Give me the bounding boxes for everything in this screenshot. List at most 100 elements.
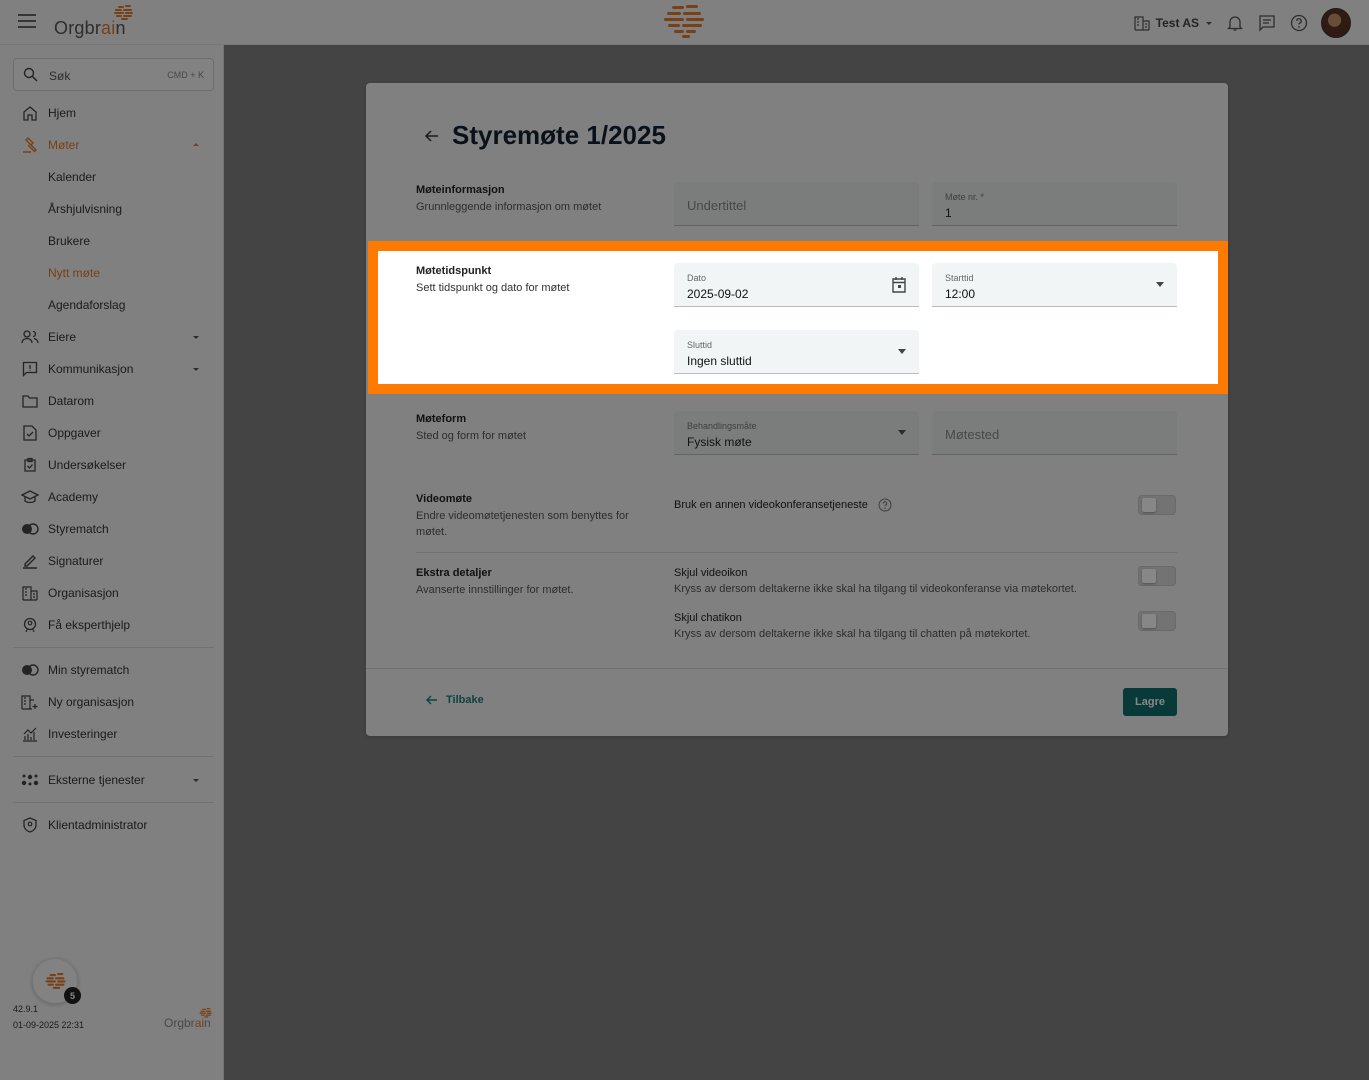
top-bar: Orgbrain Test AS (0, 0, 1369, 45)
sidebar-item-arshjulvisning[interactable]: Årshjulvisning (13, 195, 214, 223)
start-time-select[interactable]: Starttid 12:00 (932, 263, 1177, 307)
brain-logo-icon (199, 1008, 212, 1018)
building-add-icon (20, 692, 40, 712)
section-desc-extra: Avanserte innstillinger for møtet. (416, 584, 574, 596)
sidebar-item-styrematch[interactable]: Styrematch (13, 515, 214, 543)
meeting-number-input[interactable]: Møte nr. * 1 (932, 182, 1177, 226)
back-button[interactable]: Tilbake (426, 694, 484, 706)
chevron-down-icon (193, 336, 199, 339)
chevron-down-icon (193, 779, 199, 782)
match-icon (20, 660, 40, 680)
sidebar-item-brukere[interactable]: Brukere (13, 227, 214, 255)
brain-logo-icon (45, 973, 66, 989)
sidebar-item-nytt-mote[interactable]: Nytt møte (13, 259, 214, 287)
version-info: 42.9.1 01-09-2025 22:31 (13, 1004, 85, 1030)
sidebar-item-oppgaver[interactable]: Oppgaver (13, 419, 214, 447)
section-title-info: Møteinformasjon (416, 184, 505, 196)
meeting-place-input[interactable]: Møtested (932, 411, 1177, 455)
chat-icon[interactable] (1257, 13, 1277, 33)
video-service-toggle[interactable] (1138, 495, 1176, 515)
chevron-down-icon (1206, 22, 1212, 25)
sidebar-divider (13, 647, 214, 648)
sidebar-divider (13, 802, 214, 803)
hide-chat-icon-label: Skjul chatikon (674, 612, 742, 624)
dropdown-arrow-icon (1156, 282, 1164, 287)
sidebar-item-datarom[interactable]: Datarom (13, 387, 214, 415)
hide-video-icon-toggle[interactable] (1138, 566, 1176, 586)
section-title-extra: Ekstra detaljer (416, 567, 492, 579)
menu-icon[interactable] (18, 14, 36, 30)
sidebar-divider (13, 756, 214, 757)
calendar-icon[interactable] (891, 276, 907, 293)
sidebar-item-organisasjon[interactable]: Organisasjon (13, 579, 214, 607)
sidebar-item-signaturer[interactable]: Signaturer (13, 547, 214, 575)
subtitle-input[interactable]: Undertittel (674, 182, 919, 226)
section-desc-form: Sted og form for møtet (416, 430, 527, 442)
date-picker-input[interactable]: Dato 2025-09-02 (674, 263, 919, 307)
search-icon (23, 67, 38, 82)
people-icon (20, 327, 40, 347)
section-title-time: Møtetidspunkt (416, 265, 492, 277)
expert-icon (20, 615, 40, 635)
help-icon[interactable] (878, 498, 892, 512)
sidebar-item-eksperthjelp[interactable]: Få eksperthjelp (13, 611, 214, 639)
building-icon (1134, 16, 1150, 31)
sidebar-item-hjem[interactable]: Hjem (13, 99, 214, 127)
sidebar-item-ny-organisasjon[interactable]: Ny organisasjon (13, 688, 214, 716)
pen-icon (20, 551, 40, 571)
task-icon (20, 423, 40, 443)
section-desc-time: Sett tidspunkt og dato for møtet (416, 282, 570, 294)
section-title-video: Videomøte (416, 493, 473, 505)
brain-logo-icon (114, 5, 133, 20)
shield-icon (20, 815, 40, 835)
hide-chat-icon-toggle[interactable] (1138, 611, 1176, 631)
arrow-left-icon (426, 695, 437, 705)
search-placeholder: Søk (49, 69, 71, 83)
section-desc-info: Grunnleggende informasjon om møtet (416, 201, 602, 213)
academy-icon (20, 487, 40, 507)
dropdown-arrow-icon (898, 349, 906, 354)
chevron-up-icon (193, 143, 199, 146)
save-button[interactable]: Lagre (1123, 688, 1177, 716)
video-option-label: Bruk en annen videokonferansetjeneste (674, 499, 868, 511)
sidebar-item-klientadministrator[interactable]: Klientadministrator (13, 811, 214, 839)
hide-chat-icon-desc: Kryss av dersom deltakerne ikke skal ha … (674, 628, 1031, 640)
chevron-down-icon (193, 368, 199, 371)
meeting-mode-select[interactable]: Behandlingsmåte Fysisk møte (674, 411, 919, 455)
section-divider (416, 552, 1177, 553)
search-shortcut: CMD + K (167, 70, 204, 80)
message-icon (20, 359, 40, 379)
sidebar-item-moter[interactable]: Møter (13, 131, 214, 159)
sidebar-item-kalender[interactable]: Kalender (13, 163, 214, 191)
avatar[interactable] (1321, 8, 1351, 38)
top-bar-actions: Test AS (1134, 8, 1351, 38)
search-input[interactable]: Søk CMD + K (13, 58, 214, 91)
end-time-select[interactable]: Sluttid Ingen sluttid (674, 330, 919, 374)
services-icon (20, 770, 40, 790)
hide-video-icon-label: Skjul videoikon (674, 567, 748, 579)
sidebar-item-min-styrematch[interactable]: Min styrematch (13, 656, 214, 684)
survey-icon (20, 455, 40, 475)
section-desc-video: Endre videomøtetjenesten som benyttes fo… (416, 510, 629, 538)
building-icon (20, 583, 40, 603)
brain-logo-icon[interactable] (662, 4, 708, 40)
hide-video-icon-desc: Kryss av dersom deltakerne ikke skal ha … (674, 583, 1077, 595)
sidebar-item-academy[interactable]: Academy (13, 483, 214, 511)
sidebar-item-eiere[interactable]: Eiere (13, 323, 214, 351)
sidebar-item-eksterne-tjenester[interactable]: Eksterne tjenester (13, 766, 214, 794)
match-icon (20, 519, 40, 539)
gavel-icon (20, 135, 40, 155)
home-icon (20, 103, 40, 123)
org-selector[interactable]: Test AS (1134, 15, 1213, 31)
help-icon[interactable] (1289, 13, 1309, 33)
sidebar-item-undersokelser[interactable]: Undersøkelser (13, 451, 214, 479)
chart-icon (20, 724, 40, 744)
bell-icon[interactable] (1225, 13, 1245, 33)
dropdown-arrow-icon (898, 430, 906, 435)
sidebar-item-agendaforslag[interactable]: Agendaforslag (13, 291, 214, 319)
sidebar-item-investeringer[interactable]: Investeringer (13, 720, 214, 748)
sidebar-item-kommunikasjon[interactable]: Kommunikasjon (13, 355, 214, 383)
back-arrow-icon[interactable] (424, 128, 440, 144)
section-title-form: Møteform (416, 413, 467, 425)
page-title: Styremøte 1/2025 (452, 120, 666, 150)
